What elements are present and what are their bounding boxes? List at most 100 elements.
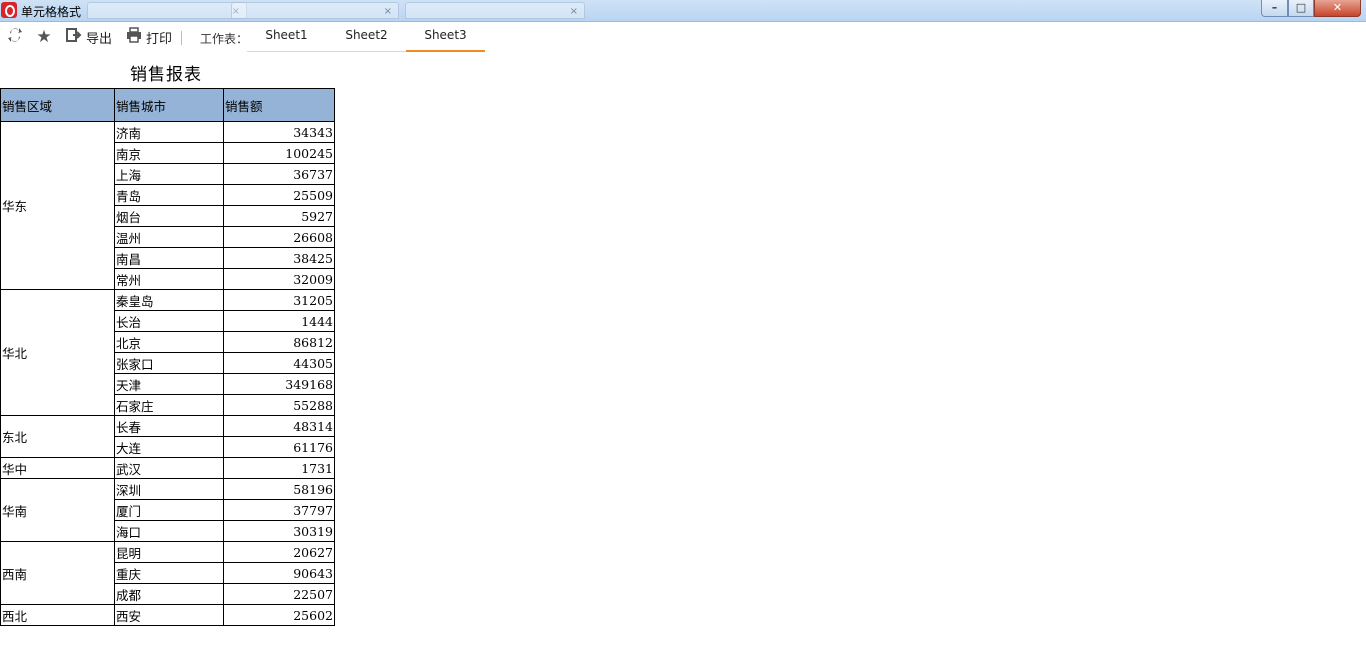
table-row: 华北 秦皇岛 31205: [0, 289, 335, 416]
window-title: 单元格格式: [21, 5, 82, 19]
amount-cell: 61176: [223, 436, 335, 458]
amount-cell: 36737: [223, 163, 335, 185]
column-header-region: 销售区域: [0, 88, 115, 122]
amount-cell: 48314: [223, 415, 335, 437]
table-row: 西北 西安 25602: [0, 604, 335, 626]
column-header-city: 销售城市: [114, 88, 224, 122]
refresh-icon: [8, 28, 22, 42]
minimize-icon: –: [1271, 1, 1278, 14]
city-cell: 西安: [114, 604, 224, 626]
amount-cell: 31205: [223, 289, 335, 311]
amount-cell: 44305: [223, 352, 335, 374]
sheet-label: 工作表：: [200, 32, 249, 46]
city-cell: 成都: [114, 583, 224, 605]
amount-cell: 38425: [223, 247, 335, 269]
maximize-icon: □: [1295, 1, 1307, 14]
table-row: 西南 昆明 20627: [0, 541, 335, 605]
minimize-button[interactable]: –: [1261, 0, 1288, 17]
refresh-button[interactable]: [5, 27, 25, 47]
table-header-row: 销售区域 销售城市 销售额: [0, 88, 335, 122]
amount-cell: 100245: [223, 142, 335, 164]
city-cell: 厦门: [114, 499, 224, 521]
city-cell: 昆明: [114, 541, 224, 563]
maximize-button[interactable]: □: [1288, 0, 1314, 17]
browser-tab-background[interactable]: ×: [405, 2, 585, 19]
export-label: 导出: [86, 32, 113, 47]
city-cell: 济南: [114, 121, 224, 143]
export-button[interactable]: 导出: [66, 27, 112, 47]
city-cell: 长春: [114, 415, 224, 437]
amount-cell: 25602: [223, 604, 335, 626]
tab-sheet3[interactable]: Sheet3: [406, 22, 485, 52]
sheet-tabs: Sheet1 Sheet2 Sheet3: [247, 22, 485, 52]
region-cell: 西南: [0, 541, 115, 605]
amount-cell: 25509: [223, 184, 335, 206]
tab-sheet2[interactable]: Sheet2: [327, 22, 406, 50]
report-toolbar: ★ 导出 打印 工作表： Sheet1 Sheet2 Sheet3: [0, 22, 1366, 52]
table-body: 华东 济南 34343 南京 100245 上海 36737 青岛 25509 烟台 5927 温州 2…: [0, 121, 335, 626]
printer-icon: [126, 27, 144, 48]
app-logo-icon: [1, 2, 17, 18]
amount-cell: 34343: [223, 121, 335, 143]
city-cell: 北京: [114, 331, 224, 353]
table-row: 东北 长春 48314: [0, 415, 335, 458]
amount-cell: 30319: [223, 520, 335, 542]
city-cell: 常州: [114, 268, 224, 290]
city-cell: 大连: [114, 436, 224, 458]
column-header-amount: 销售额: [223, 88, 335, 122]
region-cell: 西北: [0, 604, 115, 626]
amount-cell: 349168: [223, 373, 335, 395]
star-icon: ★: [36, 27, 52, 47]
city-cell: 南京: [114, 142, 224, 164]
city-cell: 张家口: [114, 352, 224, 374]
favorite-button[interactable]: ★: [34, 27, 54, 47]
amount-cell: 22507: [223, 583, 335, 605]
region-cell: 华北: [0, 289, 115, 416]
city-cell: 长治: [114, 310, 224, 332]
city-cell: 青岛: [114, 184, 224, 206]
region-cell: 东北: [0, 415, 115, 458]
amount-cell: 37797: [223, 499, 335, 521]
table-row: 华南 深圳 58196: [0, 478, 335, 542]
close-button[interactable]: ✕: [1314, 0, 1361, 17]
city-cell: 石家庄: [114, 394, 224, 416]
amount-cell: 1444: [223, 310, 335, 332]
city-cell: 温州: [114, 226, 224, 248]
close-icon: ✕: [1332, 1, 1343, 14]
close-tab-icon[interactable]: ×: [570, 3, 578, 18]
city-cell: 深圳: [114, 478, 224, 500]
amount-cell: 26608: [223, 226, 335, 248]
print-label: 打印: [146, 32, 173, 47]
city-cell: 天津: [114, 373, 224, 395]
export-icon: [66, 27, 84, 48]
toolbar-divider: [181, 31, 182, 45]
city-cell: 烟台: [114, 205, 224, 227]
report-title: 销售报表: [130, 65, 202, 85]
close-tab-icon[interactable]: ×: [384, 3, 392, 18]
amount-cell: 58196: [223, 478, 335, 500]
table-row: 华中 武汉 1731: [0, 457, 335, 479]
amount-cell: 90643: [223, 562, 335, 584]
city-cell: 武汉: [114, 457, 224, 479]
amount-cell: 5927: [223, 205, 335, 227]
city-cell: 上海: [114, 163, 224, 185]
city-cell: 南昌: [114, 247, 224, 269]
amount-cell: 55288: [223, 394, 335, 416]
region-cell: 华南: [0, 478, 115, 542]
region-cell: 华中: [0, 457, 115, 479]
city-cell: 秦皇岛: [114, 289, 224, 311]
amount-cell: 86812: [223, 331, 335, 353]
browser-tab-background[interactable]: ×: [231, 2, 399, 19]
table-row: 华东 济南 34343: [0, 121, 335, 290]
window-title-bar: 单元格格式 × × × – □ ✕: [0, 0, 1366, 22]
amount-cell: 20627: [223, 541, 335, 563]
amount-cell: 1731: [223, 457, 335, 479]
print-button[interactable]: 打印: [126, 27, 172, 47]
sales-report-table: 销售区域 销售城市 销售额 华东 济南 34343 南京 100245 上海 36737 青岛…: [0, 88, 335, 626]
browser-tab-background[interactable]: ×: [87, 2, 247, 19]
city-cell: 重庆: [114, 562, 224, 584]
tab-sheet1[interactable]: Sheet1: [247, 22, 326, 50]
amount-cell: 32009: [223, 268, 335, 290]
city-cell: 海口: [114, 520, 224, 542]
region-cell: 华东: [0, 121, 115, 290]
